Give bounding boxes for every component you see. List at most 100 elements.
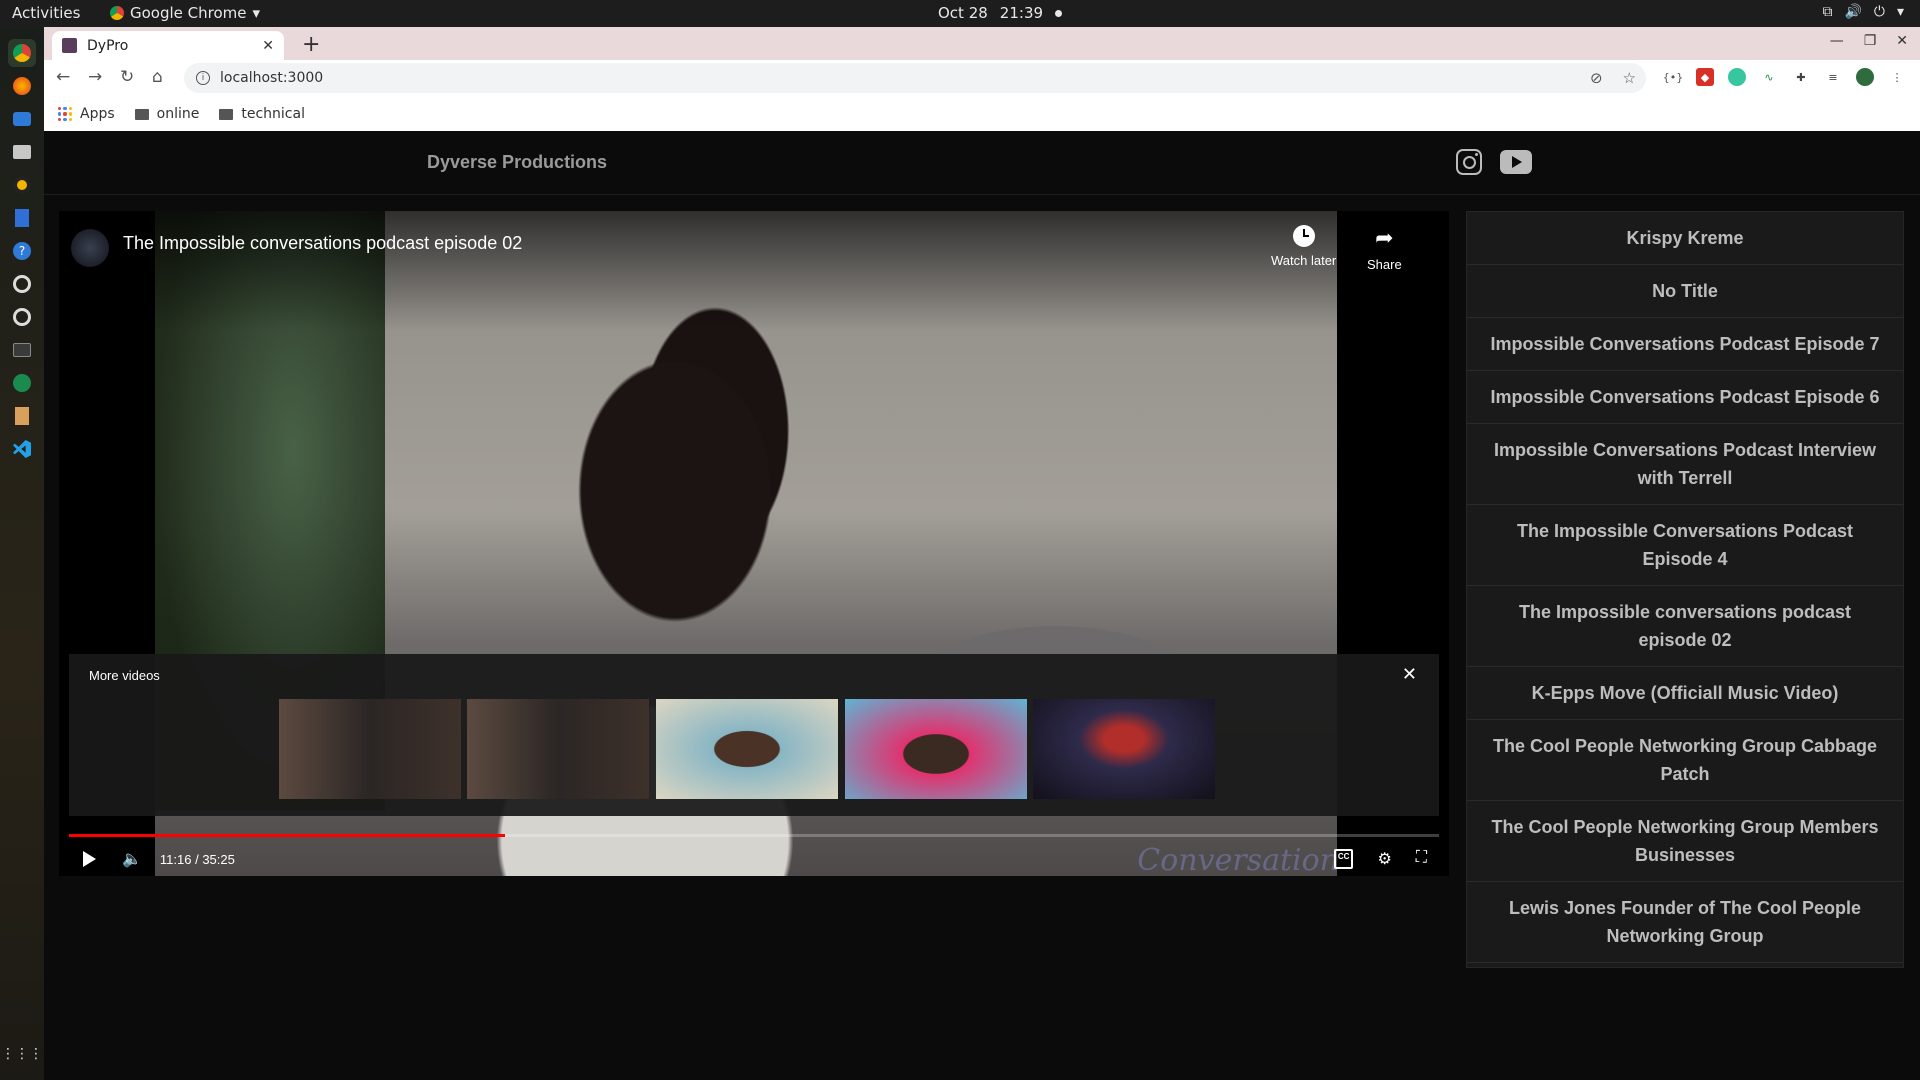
dock: ? ⋮⋮⋮ bbox=[0, 27, 44, 1080]
browser-toolbar: ← → ↻ ⌂ i localhost:3000 ⊘ ☆ {•} ◆ ∿ ✚ ≡… bbox=[44, 60, 1920, 97]
share-button[interactable]: ➦ Share bbox=[1367, 225, 1402, 272]
extension-icon[interactable]: ◆ bbox=[1696, 68, 1714, 86]
progress-bar[interactable] bbox=[69, 834, 1439, 837]
extension-icon[interactable] bbox=[1728, 68, 1746, 86]
files-dock-icon[interactable] bbox=[8, 138, 36, 166]
eye-off-icon[interactable]: ⊘ bbox=[1590, 69, 1603, 87]
firefox-dock-icon[interactable] bbox=[8, 72, 36, 100]
menu-kebab-icon[interactable]: ⋮ bbox=[1888, 68, 1906, 86]
extension-icon[interactable]: {•} bbox=[1663, 68, 1684, 86]
fullscreen-icon[interactable]: ⛶ bbox=[1416, 849, 1427, 869]
close-icon[interactable]: ✕ bbox=[1402, 664, 1417, 685]
suggested-video-thumbnail[interactable] bbox=[656, 699, 838, 799]
video-player[interactable]: The Impossible conversations podcast epi… bbox=[59, 211, 1449, 876]
player-controls: 🔈 11:16 / 35:25 Conversation CC ⚙ ⛶ bbox=[69, 843, 1439, 876]
video-title[interactable]: The Impossible conversations podcast epi… bbox=[123, 233, 522, 254]
settings-gear-icon[interactable]: ⚙ bbox=[1377, 849, 1391, 869]
volume-icon: 🔊 bbox=[1844, 4, 1862, 20]
suggested-video-thumbnail[interactable] bbox=[845, 699, 1027, 799]
media-queue-icon[interactable]: ≡ bbox=[1824, 68, 1842, 86]
playlist-item[interactable]: The Impossible conversations podcast epi… bbox=[1467, 586, 1903, 667]
date-label: Oct 28 bbox=[938, 4, 988, 22]
writer-dock-icon[interactable] bbox=[8, 204, 36, 232]
tab-dypro[interactable]: DyPro ✕ bbox=[52, 31, 284, 60]
home-button[interactable]: ⌂ bbox=[152, 67, 163, 87]
folder-icon bbox=[219, 108, 234, 120]
url-text: localhost:3000 bbox=[220, 70, 324, 86]
suggested-video-thumbnail[interactable] bbox=[279, 699, 461, 799]
watch-later-label: Watch later bbox=[1271, 253, 1337, 268]
app-dock-icon[interactable] bbox=[8, 369, 36, 397]
more-videos-panel: More videos ✕ bbox=[69, 654, 1439, 816]
minimize-icon[interactable]: — bbox=[1830, 33, 1844, 49]
reload-button[interactable]: ↻ bbox=[120, 67, 134, 87]
bookmarks-bar: Apps online technical bbox=[44, 97, 1920, 131]
tab-title: DyPro bbox=[87, 37, 129, 54]
chrome-icon bbox=[110, 6, 124, 20]
instagram-icon[interactable] bbox=[1456, 149, 1482, 175]
volume-icon[interactable]: 🔈 bbox=[122, 849, 142, 869]
chrome-dock-icon[interactable] bbox=[8, 39, 36, 67]
archive-dock-icon[interactable] bbox=[8, 402, 36, 430]
play-icon[interactable] bbox=[83, 851, 96, 867]
suggested-video-thumbnail[interactable] bbox=[467, 699, 649, 799]
bookmark-technical[interactable]: technical bbox=[219, 106, 305, 122]
tab-strip: DyPro ✕ + — ❐ ✕ bbox=[44, 27, 1920, 60]
playlist-item[interactable]: The Cool People Networking Group Cabbage… bbox=[1467, 720, 1903, 801]
extension-icon[interactable]: ∿ bbox=[1760, 68, 1778, 86]
playlist-item[interactable]: Lewis Jones Founder of The Cool People N… bbox=[1467, 882, 1903, 963]
settings-dock-icon[interactable] bbox=[8, 270, 36, 298]
player-controls-right: CC ⚙ ⛶ bbox=[1333, 849, 1427, 869]
clock[interactable]: Oct 28 21:39 bbox=[938, 4, 1063, 22]
profile-avatar[interactable] bbox=[1856, 68, 1874, 86]
site-header: Dyverse Productions bbox=[44, 131, 1920, 195]
bookmark-online[interactable]: online bbox=[134, 106, 200, 122]
time-label: 21:39 bbox=[999, 4, 1044, 22]
captions-icon[interactable]: CC bbox=[1333, 849, 1354, 869]
playlist-item[interactable]: Impossible Conversations Podcast Intervi… bbox=[1467, 424, 1903, 505]
restore-icon[interactable]: ❐ bbox=[1864, 33, 1877, 49]
activities-button[interactable]: Activities bbox=[12, 4, 80, 22]
back-button[interactable]: ← bbox=[56, 67, 70, 87]
help-dock-icon[interactable]: ? bbox=[8, 237, 36, 265]
show-apps-icon[interactable]: ⋮⋮⋮ bbox=[1, 1040, 43, 1068]
playlist-item[interactable]: K-Epps Move (Officiall Music Video) bbox=[1467, 667, 1903, 720]
channel-avatar[interactable] bbox=[71, 229, 109, 267]
puzzle-icon[interactable]: ✚ bbox=[1792, 68, 1810, 86]
playlist-item[interactable]: Impossible Conversations Podcast Episode… bbox=[1467, 371, 1903, 424]
suggested-video-thumbnail[interactable] bbox=[1033, 699, 1215, 799]
channel-watermark: Conversation bbox=[1137, 843, 1339, 876]
favicon-icon bbox=[62, 38, 77, 53]
forward-button[interactable]: → bbox=[88, 67, 102, 87]
system-tray[interactable]: ⧉ 🔊 ⏻ ▾ bbox=[1822, 4, 1904, 20]
address-bar[interactable]: i localhost:3000 ⊘ ☆ bbox=[184, 63, 1646, 93]
thunderbird-dock-icon[interactable] bbox=[8, 105, 36, 133]
playlist-item[interactable]: The Impossible Conversations Podcast Epi… bbox=[1467, 505, 1903, 586]
close-window-icon[interactable]: ✕ bbox=[1896, 33, 1908, 49]
close-tab-icon[interactable]: ✕ bbox=[262, 38, 274, 54]
playlist-item[interactable]: Krispy Kreme bbox=[1467, 212, 1903, 265]
playlist-item[interactable]: Impossible Conversations Podcast Episode… bbox=[1467, 318, 1903, 371]
app-menu[interactable]: Google Chrome ▾ bbox=[110, 4, 260, 22]
more-videos-title: More videos bbox=[89, 668, 160, 683]
youtube-icon[interactable] bbox=[1500, 150, 1532, 174]
progress-played bbox=[69, 834, 505, 837]
watch-later-button[interactable]: Watch later bbox=[1271, 225, 1336, 268]
page-content: Dyverse Productions The Impossible conve… bbox=[44, 131, 1920, 1080]
rhythmbox-dock-icon[interactable] bbox=[8, 171, 36, 199]
site-info-icon[interactable]: i bbox=[196, 71, 210, 85]
terminal-dock-icon[interactable] bbox=[8, 336, 36, 364]
folder-icon bbox=[134, 108, 149, 120]
playlist-item[interactable]: No Title bbox=[1467, 265, 1903, 318]
social-links bbox=[1456, 149, 1532, 175]
bookmark-apps[interactable]: Apps bbox=[58, 106, 115, 122]
new-tab-button[interactable]: + bbox=[302, 32, 320, 57]
bookmark-star-icon[interactable]: ☆ bbox=[1623, 69, 1636, 87]
vscode-dock-icon[interactable] bbox=[8, 435, 36, 463]
software-dock-icon[interactable] bbox=[8, 303, 36, 331]
playlist-item[interactable]: The Cool People Networking Group Members… bbox=[1467, 801, 1903, 882]
share-label: Share bbox=[1367, 257, 1402, 272]
top-overlay bbox=[59, 211, 1449, 331]
brand-link[interactable]: Dyverse Productions bbox=[427, 152, 607, 173]
bookmark-label: online bbox=[156, 106, 200, 122]
